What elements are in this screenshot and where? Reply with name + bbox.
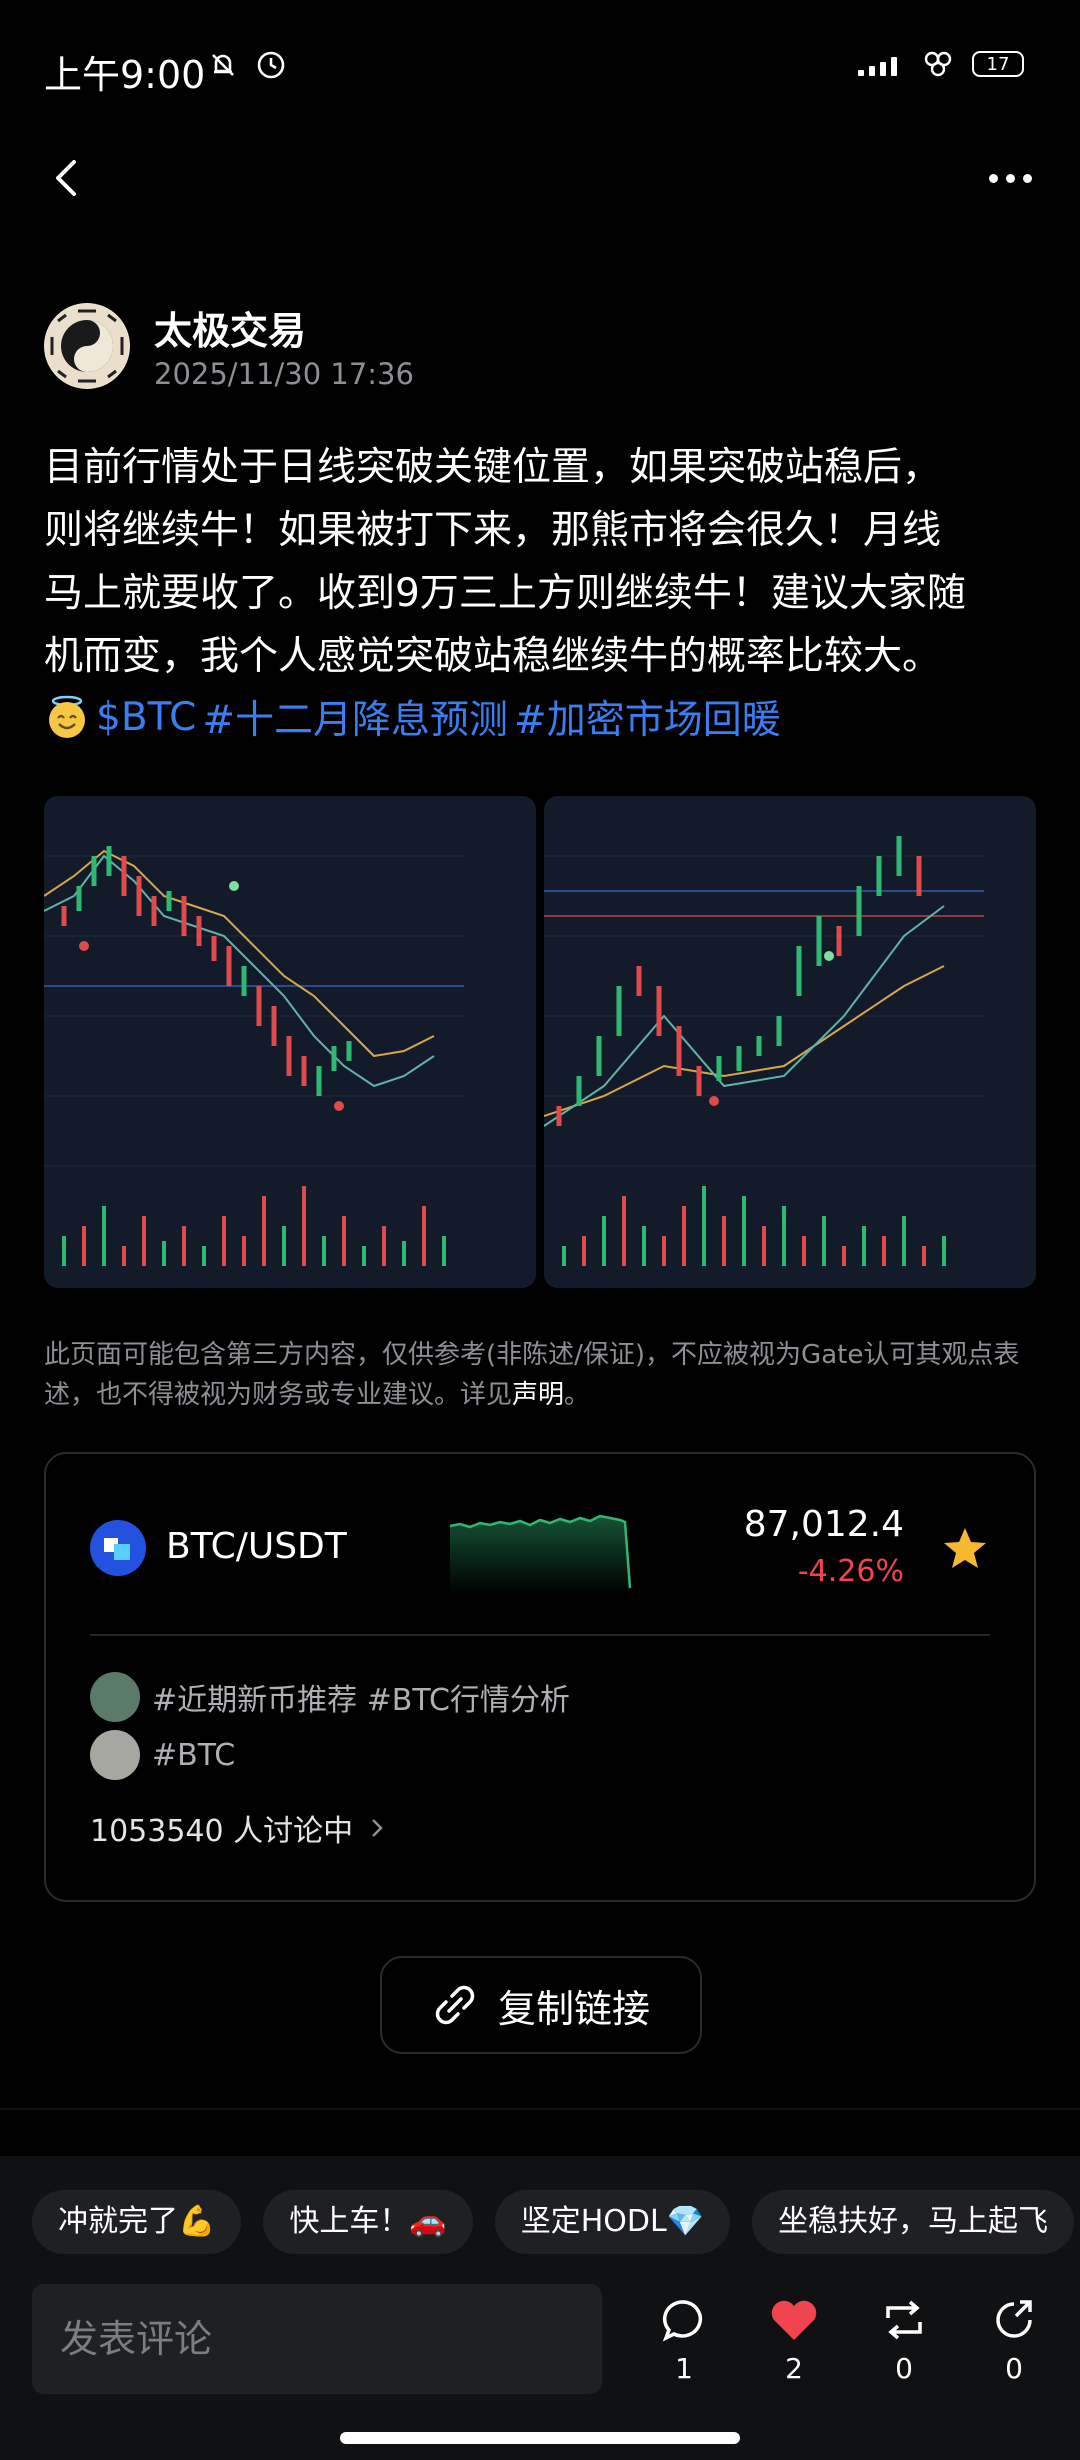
like-button[interactable]: 2 [764,2296,824,2385]
quick-reply-chip[interactable]: 坚定HODL💎 [494,2190,731,2254]
post-body: 目前行情处于日线突破关键位置，如果突破站稳后， 则将继续牛！如果被打下来，那熊市… [44,436,1044,688]
status-bar: 上午9:00 17 [0,0,1080,135]
last-price: 87,012.4 [743,1504,904,1545]
comment-input[interactable]: 发表评论 [32,2284,602,2394]
heart-icon [771,2300,817,2340]
author-name[interactable]: 太极交易 [154,300,306,355]
post-line: 目前行情处于日线突破关键位置，如果突破站稳后， [44,445,942,490]
disclaimer-end: 。 [564,1380,591,1410]
comment-bubble-icon [662,2300,702,2342]
topic-row[interactable]: #近期新币推荐 #BTC行情分析 [90,1672,570,1722]
market-card[interactable]: BTC/USDT 87,012.4 -4.26% #近期新币推荐 #BTC行情分… [44,1452,1036,1902]
topic-text: #近期新币推荐 #BTC行情分析 [152,1683,570,1718]
signal-icon [858,57,897,76]
smiling-halo-emoji-icon [49,695,85,738]
chart-image-daily[interactable] [44,796,536,1288]
quick-reply-chips: 冲就完了💪 快上车！🚗 坚定HODL💎 坐稳扶好，马上起飞 [32,2190,1075,2254]
topic-row[interactable]: #BTC [90,1730,235,1780]
price-change: -4.26% [797,1554,904,1589]
topic-avatar [90,1672,140,1722]
discussion-count-link[interactable]: 1053540 人讨论中 [90,1806,385,1850]
more-options-button[interactable] [980,160,1040,196]
share-button[interactable]: 0 [984,2296,1044,2385]
tag-crypto-warm[interactable]: #加密市场回暖 [514,689,781,745]
section-divider [0,2108,1080,2110]
chevron-right-icon [372,1819,383,1837]
clock-icon [257,51,285,79]
discussion-count: 1053540 人讨论中 [90,1814,354,1849]
bell-off-icon [212,54,234,76]
status-icons-right: 17 [856,50,1024,78]
repost-icon [886,2300,922,2340]
quick-reply-chip[interactable]: 快上车！🚗 [263,2190,473,2254]
status-icons-left [208,50,286,80]
copy-link-label: 复制链接 [497,1986,650,2031]
post-line: 机而变，我个人感觉突破站稳继续牛的概率比较大。 [44,634,942,679]
link-icon [435,1985,475,2025]
disclaimer: 此页面可能包含第三方内容，仅供参考(非陈述/保证)，不应被视为Gate认可其观点… [44,1335,1044,1415]
card-divider [90,1634,990,1636]
trading-pair: BTC/USDT [166,1526,347,1567]
like-count: 2 [785,2352,803,2385]
quick-reply-chip[interactable]: 冲就完了💪 [32,2190,242,2254]
price-sparkline [450,1514,632,1594]
topic-avatar [90,1730,140,1780]
disclaimer-statement-link[interactable]: 声明 [512,1380,564,1410]
home-indicator [340,2432,740,2444]
copy-link-button[interactable]: 复制链接 [380,1956,702,2054]
quick-reply-chip[interactable]: 坐稳扶好，马上起飞 [752,2190,1075,2254]
share-count: 0 [1005,2352,1023,2385]
comment-button[interactable]: 1 [654,2296,714,2385]
share-icon [996,2300,1032,2338]
coin-logo-icon [90,1520,146,1576]
bottom-comment-panel: 冲就完了💪 快上车！🚗 坚定HODL💎 坐稳扶好，马上起飞 发表评论 1 2 0… [0,2156,1080,2460]
status-time: 上午9:00 [44,53,206,97]
post-hashtags: $BTC #十二月降息预测 #加密市场回暖 [44,689,781,745]
post-line: 则将继续牛！如果被打下来，那熊市将会很久！月线 [44,508,942,553]
chart-image-weekly[interactable] [544,796,1036,1288]
candlestick-chart-thumbnail [44,796,536,1288]
repost-count: 0 [895,2352,913,2385]
comment-count: 1 [675,2352,693,2385]
repost-button[interactable]: 0 [874,2296,934,2385]
tag-rate-cut[interactable]: #十二月降息预测 [202,689,508,745]
battery-icon: 17 [972,51,1024,77]
post-time: 2025/11/30 17:36 [154,357,414,391]
wifi-icon [924,51,952,77]
candlestick-chart-thumbnail [544,796,1036,1288]
topic-text: #BTC [152,1737,236,1773]
yin-yang-icon [45,304,129,388]
back-button[interactable] [44,150,88,206]
post-line: 马上就要收了。收到9万三上方则继续牛！建议大家随 [44,571,966,616]
tag-btc[interactable]: $BTC [96,695,196,740]
favorite-star-button[interactable] [940,1524,990,1574]
author-avatar[interactable] [44,303,130,389]
